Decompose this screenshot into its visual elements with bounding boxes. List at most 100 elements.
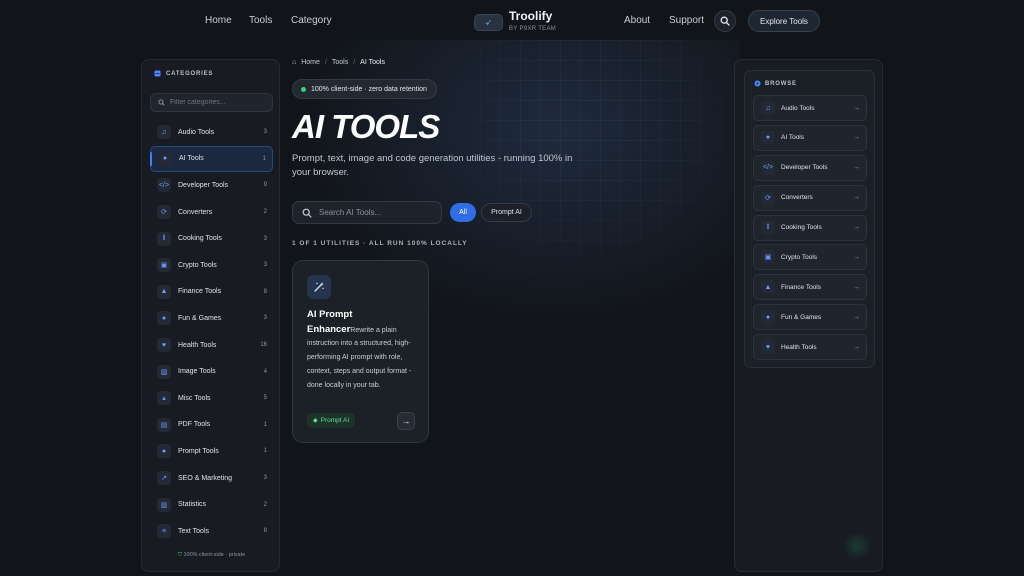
prompt-tools-category-icon: ● — [157, 444, 171, 459]
sidebar-item-prompt-tools[interactable]: ● Prompt Tools 1 — [150, 438, 273, 465]
filter-chip-prompt-ai[interactable]: Prompt AI — [481, 203, 532, 222]
retention-badge: 100% client-side · zero data retention — [292, 79, 437, 99]
browse-item-fun-and-games[interactable]: ● Fun & Games → — [753, 304, 867, 331]
sidebar-item-count: 3 — [263, 235, 267, 242]
arrow-right-icon: → — [853, 194, 860, 202]
arrow-right-icon: → — [853, 104, 860, 112]
open-tool-button[interactable]: → — [397, 412, 415, 430]
shield-icon: ⛉ — [177, 552, 182, 558]
sidebar-item-converters[interactable]: ⟳ Converters 2 — [150, 199, 273, 226]
breadcrumb-separator: / — [353, 59, 356, 66]
sidebar-item-count: 9 — [263, 182, 267, 189]
tool-search-field[interactable] — [292, 201, 442, 224]
categories-heading: CATEGORIES — [154, 70, 213, 77]
explore-tools-button[interactable]: Explore Tools — [748, 10, 820, 32]
sidebar-item-count: 3 — [263, 262, 267, 269]
nav-support-link[interactable]: Support — [669, 15, 704, 26]
nav-tools-link[interactable]: Tools — [249, 15, 272, 26]
pdf-tools-category-icon: ▤ — [157, 417, 171, 432]
browse-item-label: AI Tools — [781, 134, 805, 142]
arrow-right-icon: → — [853, 283, 860, 291]
nav-home-link[interactable]: Home — [205, 15, 232, 26]
sidebar-item-label: Finance Tools — [178, 288, 222, 296]
sidebar-item-label: Health Tools — [178, 341, 217, 349]
sidebar-item-image-tools[interactable]: ▧ Image Tools 4 — [150, 358, 273, 385]
seo-and-marketing-category-icon: ↗ — [157, 471, 171, 486]
sidebar-item-fun-and-games[interactable]: ● Fun & Games 3 — [150, 305, 273, 332]
browse-item-converters[interactable]: ⟳ Converters → — [753, 184, 867, 211]
sidebar-item-count: 2 — [263, 209, 267, 216]
layers-icon — [154, 70, 161, 77]
fun-and-games-category-icon: ● — [761, 310, 775, 325]
tool-search-input[interactable] — [319, 208, 429, 217]
nav-category-link[interactable]: Category — [291, 15, 332, 26]
browse-item-label: Converters — [781, 194, 813, 202]
browse-item-label: Cooking Tools — [781, 224, 822, 232]
sidebar-item-count: 16 — [260, 342, 267, 349]
sidebar-item-finance-tools[interactable]: ▲ Finance Tools 8 — [150, 279, 273, 306]
sidebar-item-label: Converters — [178, 208, 213, 216]
nav-about-link[interactable]: About — [624, 15, 650, 26]
browse-item-cooking-tools[interactable]: ǁ Cooking Tools → — [753, 214, 867, 241]
arrow-right-icon: → — [401, 416, 411, 426]
floating-glow — [843, 532, 871, 560]
text-tools-category-icon: ≡ — [157, 524, 171, 539]
sidebar-item-ai-tools[interactable]: ● AI Tools 1 — [150, 145, 273, 173]
browse-item-label: Developer Tools — [781, 164, 828, 172]
search-icon — [302, 208, 312, 218]
finance-tools-category-icon: ▲ — [761, 280, 775, 295]
browse-item-audio-tools[interactable]: ♫ Audio Tools → — [753, 95, 867, 121]
sidebar-item-statistics[interactable]: ▥ Statistics 2 — [150, 491, 273, 518]
statistics-category-icon: ▥ — [157, 497, 171, 512]
sidebar-item-label: Statistics — [178, 501, 207, 509]
browse-item-label: Audio Tools — [781, 104, 815, 112]
search-button[interactable] — [714, 10, 736, 32]
sidebar-item-seo-and-marketing[interactable]: ↗ SEO & Marketing 3 — [150, 465, 273, 492]
sidebar-item-label: Cooking Tools — [178, 235, 222, 243]
sidebar-item-label: Image Tools — [178, 368, 216, 376]
sidebar-item-audio-tools[interactable]: ♫ Audio Tools 3 — [150, 119, 273, 146]
browse-item-crypto-tools[interactable]: ▣ Crypto Tools → — [753, 244, 867, 271]
tool-card[interactable]: AI Prompt EnhancerRewrite a plain instru… — [292, 260, 429, 443]
browse-item-label: Finance Tools — [781, 283, 821, 291]
breadcrumb-separator: / — [324, 59, 327, 66]
sidebar-item-developer-tools[interactable]: </> Developer Tools 9 — [150, 172, 273, 199]
tool-card-description: Rewrite a plain instruction into a struc… — [307, 326, 412, 389]
ai-tools-category-icon: ● — [761, 130, 775, 145]
browse-panel: BROWSE ♫ Audio Tools → ● AI Tools → </> Develop… — [734, 59, 883, 572]
breadcrumb-home[interactable]: Home — [301, 59, 320, 66]
sidebar-item-health-tools[interactable]: ♥ Health Tools 16 — [150, 332, 273, 359]
sidebar-item-crypto-tools[interactable]: ▣ Crypto Tools 3 — [150, 252, 273, 279]
browse-item-ai-tools[interactable]: ● AI Tools → — [753, 124, 867, 151]
browse-heading-label: BROWSE — [765, 80, 797, 87]
crypto-tools-category-icon: ▣ — [761, 250, 775, 265]
tool-card-title[interactable]: AI Prompt Enhancer — [307, 309, 352, 335]
category-filter-field[interactable] — [150, 93, 273, 112]
sidebar-item-count: 8 — [263, 528, 267, 535]
health-tools-category-icon: ♥ — [761, 340, 775, 355]
developer-tools-category-icon: </> — [157, 178, 171, 193]
brand-subtitle: BY P9XR TEAM — [509, 26, 557, 32]
top-navigation: Home Tools Category ➶ Troolify BY P9XR T… — [0, 0, 1024, 42]
browse-item-developer-tools[interactable]: </> Developer Tools → — [753, 154, 867, 181]
sidebar-item-pdf-tools[interactable]: ▤ PDF Tools 1 — [150, 412, 273, 439]
sidebar-item-label: Crypto Tools — [178, 261, 217, 269]
tool-card-tag-label: Prompt AI — [320, 417, 350, 424]
categories-heading-label: CATEGORIES — [166, 70, 214, 77]
browse-item-health-tools[interactable]: ♥ Health Tools → — [753, 334, 867, 361]
sidebar-item-misc-tools[interactable]: ▴ Misc Tools 5 — [150, 385, 273, 412]
sidebar-item-cooking-tools[interactable]: ǁ Cooking Tools 3 — [150, 225, 273, 252]
brand[interactable]: ➶ Troolify BY P9XR TEAM — [474, 9, 556, 32]
breadcrumb-tools[interactable]: Tools — [332, 59, 348, 66]
categories-sidebar: CATEGORIES ♫ Audio Tools 3 ● AI Tools 1 </> Dev… — [141, 59, 280, 572]
browse-heading: BROWSE — [754, 80, 797, 87]
browse-item-finance-tools[interactable]: ▲ Finance Tools → — [753, 274, 867, 301]
sidebar-item-text-tools[interactable]: ≡ Text Tools 8 — [150, 518, 273, 545]
page-subtitle: Prompt, text, image and code generation … — [292, 153, 573, 178]
finance-tools-category-icon: ▲ — [157, 284, 171, 299]
tag-icon: ◆ — [313, 418, 318, 424]
search-icon — [720, 16, 730, 26]
sidebar-item-label: Misc Tools — [178, 394, 211, 402]
filter-chip-all[interactable]: All — [450, 203, 476, 222]
category-filter-input[interactable] — [170, 99, 270, 106]
